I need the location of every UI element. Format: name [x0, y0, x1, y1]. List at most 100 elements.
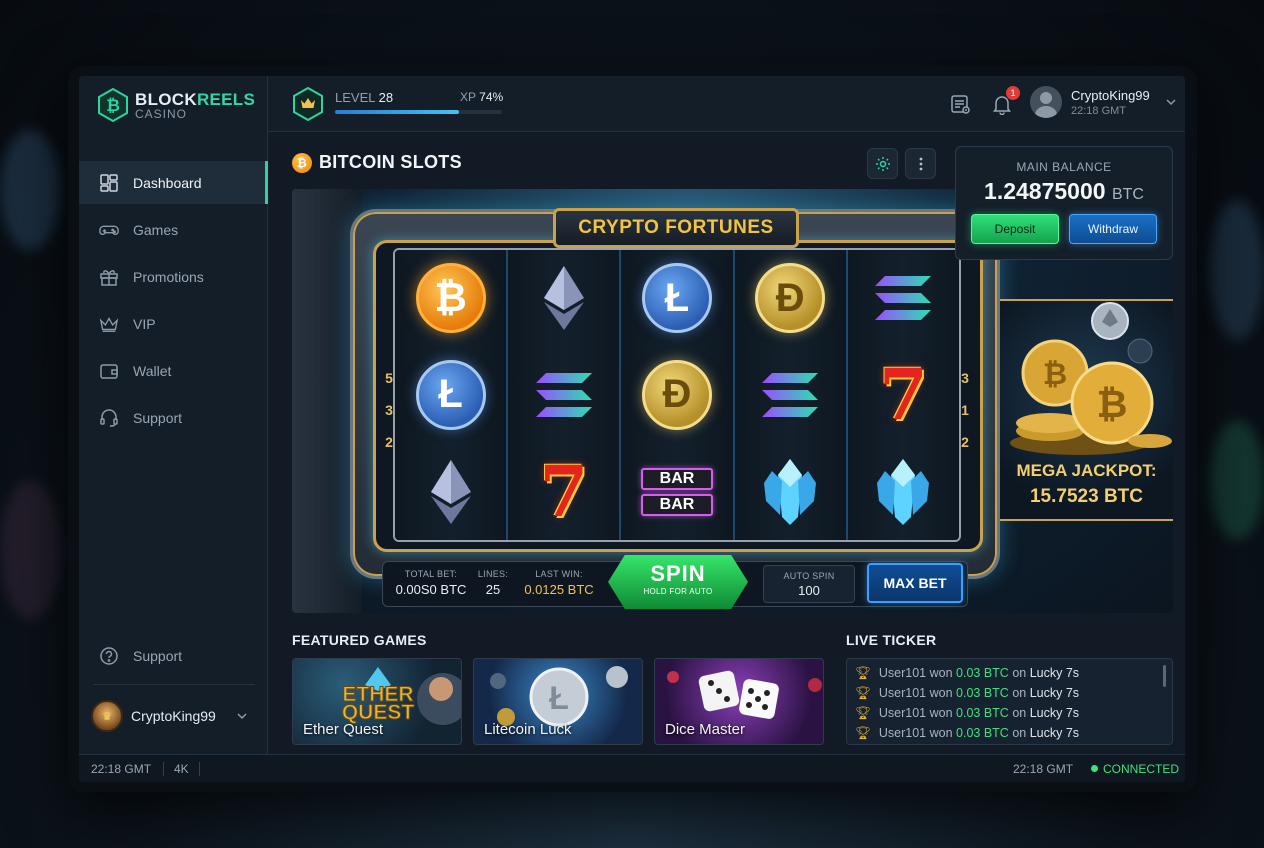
bar-symbol-icon: BAR BAR — [641, 457, 713, 527]
sidebar-user-menu[interactable]: ♛ CryptoKing99 — [91, 700, 248, 732]
mega-jackpot-panel: ₿ ₿ MEGA JACKPOT: 15.7523 BTC — [1000, 299, 1173, 521]
connection-status: CONNECTED — [1091, 762, 1179, 776]
chevron-down-icon — [237, 713, 247, 720]
xp-indicator: XP 74% — [460, 90, 504, 104]
ticker-scrollbar[interactable] — [1163, 665, 1166, 687]
sidebar-item-vip[interactable]: VIP — [79, 302, 268, 345]
lucky-seven-icon: 7 — [539, 450, 589, 534]
dogecoin-coin-icon: Ð — [755, 263, 826, 334]
machine-title: CRYPTO FORTUNES — [553, 208, 799, 248]
balance-amount: 1.24875000 BTC — [984, 178, 1144, 204]
lucky-seven-icon: 7 — [879, 353, 928, 437]
sidebar-item-label: Wallet — [133, 362, 172, 379]
user-menu[interactable]: CryptoKing99 22:18 GMT — [1030, 86, 1177, 118]
status-resolution: 4K — [174, 762, 189, 776]
ticker-user: User101 won — [878, 686, 953, 700]
svg-text:Ł: Ł — [549, 680, 569, 716]
sidebar-item-label: Support — [133, 409, 183, 426]
ticker-row: 🏆︎ User101 won 0.03 BTC on Lucky 7s — [855, 683, 1164, 703]
game-card-label: Litecoin Luck — [484, 721, 572, 738]
chevron-down-icon — [1166, 99, 1176, 106]
spin-hint: HOLD FOR AUTO — [643, 587, 713, 596]
sidebar-item-wallet[interactable]: Wallet — [79, 349, 268, 392]
crown-icon — [99, 314, 119, 334]
total-bet: TOTAL BET: 0.00S0 BTC — [395, 569, 467, 597]
slot-machine: CRYPTO FORTUNES 5 3 2 3 1 2 ₿ Ł 7 Ł Ð BA… — [350, 208, 1000, 579]
ticker-on: on — [1012, 686, 1027, 700]
ticker-row: 🏆︎ User101 won 0.03 BTC on Lucky 7s — [855, 663, 1164, 683]
lines-value: 25 — [485, 582, 501, 597]
reel-2: 7 — [508, 250, 622, 540]
brand-name: BLOCKREELS — [135, 89, 256, 109]
total-bet-value: 0.00S0 BTC — [395, 582, 467, 597]
status-time-right: 22:18 GMT — [1013, 762, 1074, 776]
diamond-gem-icon — [868, 457, 938, 527]
reel-3: Ł Ð BAR BAR — [621, 250, 735, 540]
transactions-button[interactable] — [948, 92, 972, 116]
solana-icon — [755, 360, 825, 430]
litecoin-coin-icon: Ł — [642, 263, 712, 334]
support-label: Support — [133, 647, 183, 664]
ticker-amount: 0.03 BTC — [956, 726, 1009, 740]
support-button[interactable]: Support — [79, 634, 268, 677]
ticker-on: on — [1012, 666, 1027, 680]
reel-4: Ð — [734, 250, 848, 540]
game-card-dice-master[interactable]: Dice Master — [654, 658, 824, 745]
auto-spin-label: AUTO SPIN — [783, 571, 835, 581]
ticker-row: 🏆︎ User101 won 0.03 BTC on Lucky 7s — [855, 723, 1164, 743]
trophy-icon: 🏆︎ — [855, 725, 871, 740]
dogecoin-coin-icon: Ð — [642, 359, 712, 430]
status-bar: 22:18 GMT 4K 22:18 GMT CONNECTED — [79, 754, 1185, 782]
total-bet-label: TOTAL BET: — [404, 569, 458, 579]
status-dot-icon — [1091, 765, 1098, 772]
sidebar-username: CryptoKing99 — [131, 708, 216, 724]
ticker-row: 🏆︎ User101 won 0.03 BTC on Lucky 7s — [855, 703, 1164, 723]
avatar: ♛ — [91, 700, 123, 732]
receipt-icon — [951, 95, 970, 114]
auto-spin-control[interactable]: AUTO SPIN 100 — [763, 565, 855, 603]
status-time-left: 22:18 GMT — [91, 762, 152, 776]
ticker-game: Lucky 7s — [1029, 706, 1080, 720]
lines-label: LINES: — [477, 569, 509, 579]
sidebar-item-promotions[interactable]: Promotions — [79, 255, 268, 298]
notifications-button[interactable]: 1 — [990, 86, 1020, 116]
sidebar-item-dashboard[interactable]: Dashboard — [79, 161, 268, 204]
lines: LINES: 25 — [473, 569, 513, 597]
spin-label: SPIN — [650, 561, 706, 586]
diamond-gem-icon — [755, 457, 825, 527]
gamepad-icon — [99, 220, 119, 240]
balance-label: MAIN BALANCE — [1016, 160, 1112, 174]
gift-icon — [99, 267, 119, 287]
sidebar-nav: Dashboard Games Promotions VIP Wallet Su… — [79, 161, 268, 443]
spin-button[interactable]: SPIN HOLD FOR AUTO — [608, 555, 748, 609]
sidebar: ₿ BLOCKREELS CASINO Dashboard Games Prom… — [79, 76, 268, 754]
litecoin-coin-icon: Ł — [415, 359, 486, 430]
live-ticker: 🏆︎ User101 won 0.03 BTC on Lucky 7s 🏆︎ U… — [846, 658, 1173, 745]
last-win-label: LAST WIN: — [535, 569, 583, 579]
last-win-value: 0.0125 BTC — [524, 582, 594, 597]
level-indicator: LEVEL 28 — [335, 90, 394, 105]
solana-icon — [529, 360, 599, 430]
more-options-button[interactable] — [905, 148, 936, 179]
brand-logo[interactable]: ₿ BLOCKREELS CASINO — [97, 88, 255, 122]
trophy-icon: 🏆︎ — [855, 665, 871, 680]
sidebar-bottom-support: Support — [79, 634, 268, 681]
trophy-icon: 🏆︎ — [855, 705, 871, 720]
live-ticker-title: LIVE TICKER — [846, 632, 937, 648]
jackpot-value: 15.7523 BTC — [1029, 486, 1143, 507]
ethereum-icon — [416, 457, 486, 527]
settings-button[interactable] — [867, 148, 898, 179]
more-vertical-icon — [919, 157, 922, 170]
deposit-button[interactable]: Deposit — [971, 214, 1059, 244]
reel-1: ₿ Ł — [395, 250, 509, 540]
game-card-litecoin-luck[interactable]: Ł Litecoin Luck — [473, 658, 643, 745]
status-divider — [163, 762, 164, 776]
sidebar-item-support[interactable]: Support — [79, 396, 268, 439]
sidebar-item-games[interactable]: Games — [79, 208, 268, 251]
ticker-game: Lucky 7s — [1029, 686, 1080, 700]
game-card-label: Ether Quest — [303, 721, 384, 738]
max-bet-button[interactable]: MAX BET — [867, 563, 963, 603]
game-card-ether-quest[interactable]: ETHER QUEST Ether Quest — [292, 658, 462, 745]
withdraw-button[interactable]: Withdraw — [1069, 214, 1157, 244]
bitcoin-icon: ₿ — [292, 152, 312, 173]
